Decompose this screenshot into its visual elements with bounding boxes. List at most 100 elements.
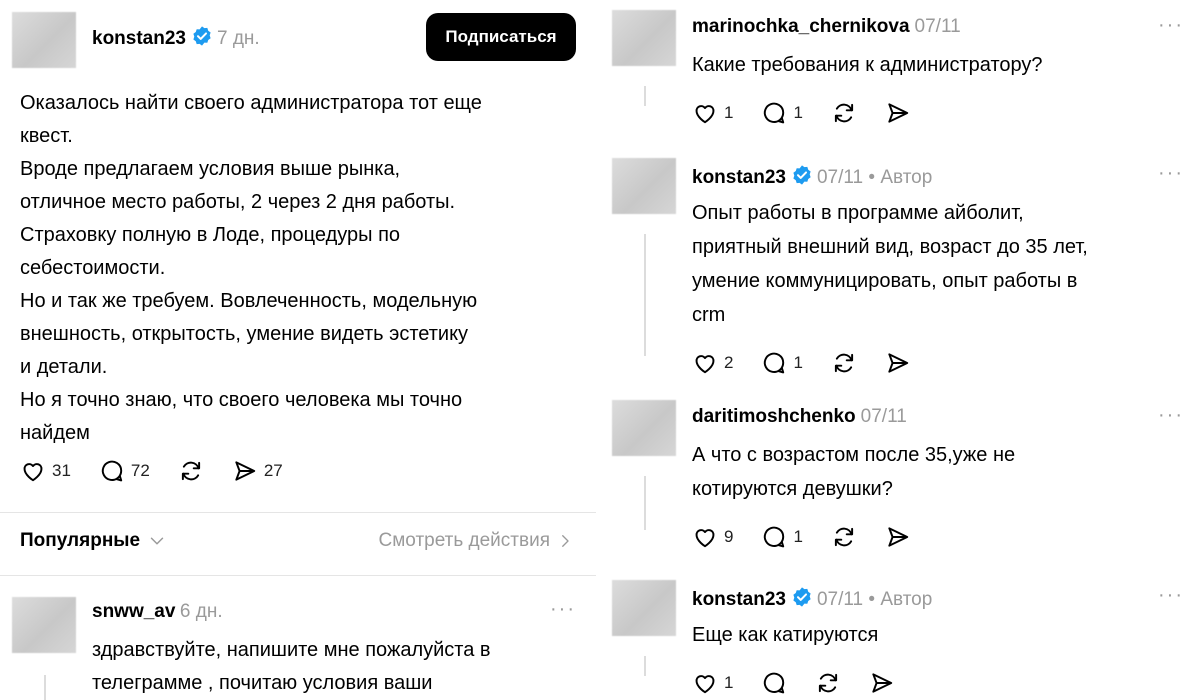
- main-post-panel: konstan23 7 дн. Подписаться Оказалось най…: [0, 0, 596, 700]
- comment-text: А что с возрастом после 35,уже не котирую…: [692, 438, 1182, 506]
- comment-text-line: Какие требования к администратору?: [692, 54, 1043, 76]
- sort-dropdown[interactable]: Популярные: [20, 530, 168, 552]
- chevron-down-icon: [150, 537, 164, 545]
- thread-line: [644, 86, 646, 106]
- post-text-line: Страховку полную в Лоде, процедуры по: [20, 224, 401, 246]
- send-icon: [885, 100, 911, 126]
- thread-line: [644, 234, 646, 356]
- verified-badge-icon: [791, 164, 813, 191]
- share-button[interactable]: [885, 524, 911, 550]
- more-dots-icon[interactable]: ···: [1158, 404, 1184, 427]
- comment-text-line: приятный внешний вид, возраст до 35 лет,: [692, 236, 1088, 258]
- verified-badge-icon: [791, 586, 813, 613]
- verified-badge-icon: [191, 25, 213, 52]
- reply-button[interactable]: 1: [761, 524, 803, 550]
- reply-button[interactable]: 72: [99, 458, 150, 484]
- comment-actions: 21: [692, 350, 939, 376]
- reply-author-name[interactable]: snww_av: [92, 601, 175, 622]
- comment-text-line: А что с возрастом после 35,уже не: [692, 444, 1016, 466]
- comment-author-name[interactable]: konstan23: [692, 167, 786, 188]
- comment-header: daritimoshchenko 07/11: [692, 406, 907, 428]
- speech-bubble-icon: [761, 670, 787, 696]
- subscribe-button[interactable]: Подписаться: [426, 13, 576, 61]
- more-dots-icon[interactable]: ···: [1158, 14, 1184, 37]
- comment-author-name[interactable]: marinochka_chernikova: [692, 16, 910, 37]
- comment-author-name[interactable]: daritimoshchenko: [692, 406, 856, 427]
- repost-button[interactable]: [831, 350, 857, 376]
- post-text-line: найдем: [20, 422, 90, 444]
- comment-text: Еще как катируются: [692, 618, 1182, 652]
- post-time: 7 дн.: [216, 28, 260, 49]
- comment-text: Какие требования к администратору?: [692, 48, 1182, 82]
- post-text-line: Оказалось найти своего администратора то…: [20, 92, 482, 114]
- share-button[interactable]: [869, 670, 895, 696]
- comment-text-line: умение коммуницировать, опыт работы в: [692, 270, 1078, 292]
- post-author-avatar[interactable]: [12, 12, 76, 68]
- comment-time: 07/11: [914, 16, 961, 37]
- more-dots-icon[interactable]: ···: [1158, 584, 1184, 607]
- heart-icon: [692, 350, 718, 376]
- post-text-line: Вроде предлагаем условия выше рынка,: [20, 158, 401, 180]
- comment-avatar[interactable]: [612, 158, 676, 214]
- filter-divider: [0, 575, 596, 576]
- post-author-name[interactable]: konstan23: [92, 28, 186, 49]
- post-actions: 31 72 27: [20, 458, 311, 484]
- separator-dot: •: [863, 589, 881, 610]
- share-count: 27: [263, 461, 283, 480]
- like-button[interactable]: 31: [20, 458, 71, 484]
- speech-bubble-icon: [761, 100, 787, 126]
- repost-button[interactable]: [831, 524, 857, 550]
- repost-button[interactable]: [178, 458, 204, 484]
- comment-text-line: Опыт работы в программе айболит,: [692, 202, 1024, 224]
- speech-bubble-icon: [101, 460, 123, 482]
- comment-avatar[interactable]: [612, 10, 676, 66]
- send-icon: [885, 350, 911, 376]
- like-button[interactable]: 1: [692, 100, 733, 126]
- view-activity-link[interactable]: Смотреть действия: [379, 530, 574, 552]
- comment-header: konstan23 07/11 • Автор: [692, 164, 932, 191]
- repost-button[interactable]: [831, 100, 857, 126]
- thread-line: [644, 476, 646, 530]
- comment-time: 07/11: [816, 167, 864, 188]
- like-count: 1: [724, 103, 734, 122]
- thread-line: [644, 656, 646, 676]
- reply-button[interactable]: 1: [761, 350, 803, 376]
- heart-icon: [692, 100, 718, 126]
- post-text-line: квест.: [20, 125, 73, 147]
- repost-icon: [831, 100, 857, 126]
- share-button[interactable]: [885, 350, 911, 376]
- comment-avatar[interactable]: [612, 400, 676, 456]
- reply-button[interactable]: 1: [761, 100, 803, 126]
- repost-icon: [831, 350, 857, 376]
- post-text-line: себестоимости.: [20, 257, 166, 279]
- view-activity-label: Смотреть действия: [378, 530, 550, 551]
- author-tag: Автор: [880, 589, 933, 610]
- like-button[interactable]: 2: [692, 350, 733, 376]
- comment-avatar[interactable]: [612, 580, 676, 636]
- comment-actions: 1: [692, 670, 923, 696]
- reply-header: snww_av 6 дн.: [92, 601, 223, 623]
- more-dots-icon[interactable]: ···: [550, 598, 576, 621]
- share-button[interactable]: 27: [232, 458, 283, 484]
- comment-author-name[interactable]: konstan23: [692, 589, 786, 610]
- reply-text-line: телеграмме , почитаю условия ваши: [92, 672, 433, 694]
- heart-icon: [692, 524, 718, 550]
- reply-button[interactable]: [761, 670, 787, 696]
- reply-author-avatar[interactable]: [12, 597, 76, 653]
- comment-actions: 11: [692, 100, 939, 126]
- comment-text-line: crm: [692, 304, 726, 326]
- repost-button[interactable]: [815, 670, 841, 696]
- more-dots-icon[interactable]: ···: [1158, 162, 1184, 185]
- thread-line: [44, 675, 46, 700]
- send-icon: [885, 524, 911, 550]
- post-text-line: внешность, открытость, умение видеть эст…: [20, 323, 469, 345]
- chevron-right-icon: [562, 535, 569, 547]
- repost-icon: [831, 524, 857, 550]
- like-button[interactable]: 9: [692, 524, 733, 550]
- comment-time: 07/11: [816, 589, 864, 610]
- like-button[interactable]: 1: [692, 670, 733, 696]
- comment-time: 07/11: [860, 406, 907, 427]
- share-button[interactable]: [885, 100, 911, 126]
- comment-header: marinochka_chernikova 07/11: [692, 16, 961, 38]
- comment-actions: 91: [692, 524, 939, 550]
